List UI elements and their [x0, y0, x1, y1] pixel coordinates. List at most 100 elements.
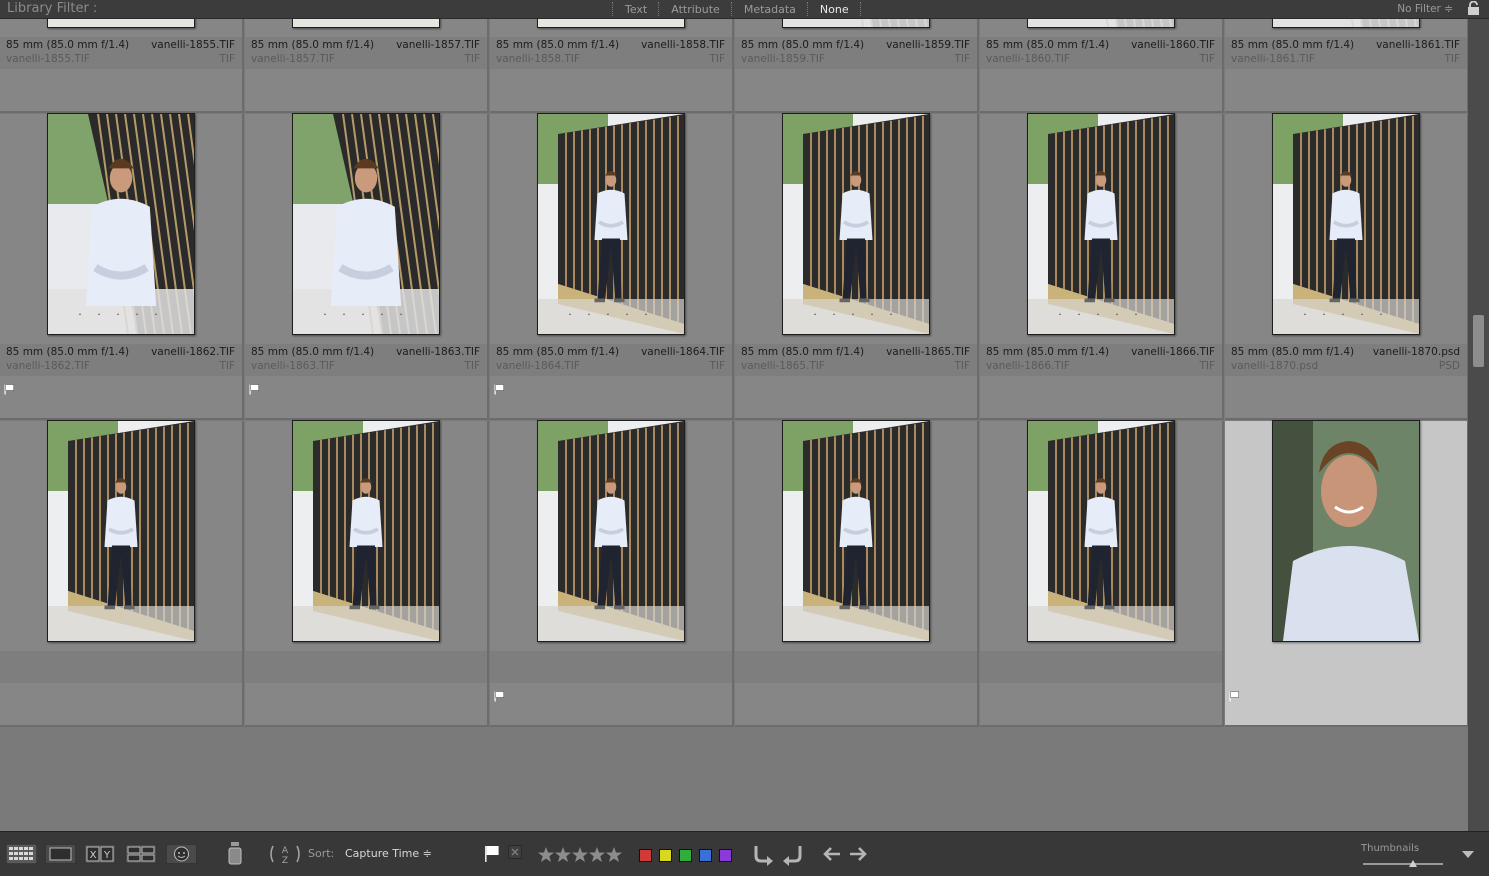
grid-cell[interactable]: · · · · · 85 mm (85.0 mm f/1.4) vanelli-18…	[0, 19, 244, 113]
grid-cell[interactable]: · · · · · 85 mm (85.0 mm f/1.4) vanelli-18…	[980, 113, 1224, 420]
pick-flag-icon[interactable]	[494, 384, 504, 395]
grid-cell[interactable]	[980, 420, 1224, 727]
grid-cell[interactable]: · · · · · 85 mm (85.0 mm f/1.4) vanelli-18…	[245, 113, 489, 420]
toolbar-menu-icon[interactable]	[1461, 850, 1475, 860]
grid-cell[interactable]	[1225, 420, 1468, 727]
photo-thumbnail[interactable]	[537, 113, 685, 335]
flag-reject-icon[interactable]	[508, 845, 522, 859]
cell-metadata: 85 mm (85.0 mm f/1.4) vanelli-1863.TIF van…	[245, 344, 487, 376]
loupe-view-icon[interactable]	[45, 844, 76, 864]
rating-stars[interactable]: · · · · ·	[735, 19, 977, 21]
rating-stars[interactable]: · · · · ·	[735, 308, 977, 328]
file-name-secondary: vanelli-1858.TIF	[496, 53, 580, 65]
file-type: TIF	[709, 53, 725, 65]
rating-stars[interactable]: · · · · ·	[490, 308, 732, 328]
grid-cell[interactable]: · · · · · 85 mm (85.0 mm f/1.4) vanelli-18…	[0, 113, 244, 420]
grid-cell[interactable]	[245, 420, 489, 727]
rating-stars[interactable]: · · · · ·	[0, 19, 242, 21]
rotate-right-icon[interactable]	[781, 842, 805, 866]
grid-cell[interactable]	[490, 420, 734, 727]
grid-cell[interactable]: · · · · · 85 mm (85.0 mm f/1.4) vanelli-18…	[735, 113, 979, 420]
sort-direction-icon[interactable]: A Z	[268, 842, 302, 866]
survey-view-icon[interactable]	[125, 844, 157, 864]
star-rating-icon[interactable]	[538, 846, 624, 864]
tab-none[interactable]: None	[809, 0, 860, 18]
cell-metadata: 85 mm (85.0 mm f/1.4) vanelli-1866.TIF van…	[980, 344, 1222, 376]
file-name: vanelli-1862.TIF	[151, 346, 235, 358]
rating-stars[interactable]	[735, 615, 977, 635]
grid-cell[interactable]: · · · · · 85 mm (85.0 mm f/1.4) vanelli-18…	[245, 19, 489, 113]
next-icon[interactable]	[848, 846, 868, 862]
grid-cell[interactable]: · · · · · 85 mm (85.0 mm f/1.4) vanelli-18…	[490, 19, 734, 113]
painter-icon[interactable]	[227, 842, 243, 866]
tab-text[interactable]: Text	[614, 0, 658, 18]
rating-stars[interactable]	[1225, 615, 1467, 635]
grid-cell[interactable]: · · · · · 85 mm (85.0 mm f/1.4) vanelli-18…	[980, 19, 1224, 113]
pick-flag-icon[interactable]	[494, 691, 504, 702]
photo-thumbnail[interactable]	[782, 113, 930, 335]
filter-preset-dropdown[interactable]: No Filter ≑	[1397, 3, 1453, 15]
color-label-green[interactable]	[679, 849, 692, 862]
compare-view-icon[interactable]: X Y	[84, 844, 116, 864]
rating-stars[interactable]: · · · · ·	[980, 308, 1222, 328]
lens-info: 85 mm (85.0 mm f/1.4)	[741, 39, 865, 51]
rating-stars[interactable]: · · · · ·	[0, 308, 242, 328]
rotate-left-icon[interactable]	[751, 842, 775, 866]
rating-stars[interactable]	[490, 615, 732, 635]
photo-thumbnail[interactable]	[782, 420, 930, 642]
grid-cell[interactable]: · · · · · 85 mm (85.0 mm f/1.4) vanelli-18…	[735, 19, 979, 113]
rating-stars[interactable]: · · · · ·	[490, 19, 732, 21]
pick-flag-icon[interactable]	[249, 384, 259, 395]
photo-thumbnail[interactable]	[1272, 113, 1420, 335]
color-label-red[interactable]	[639, 849, 652, 862]
color-label-yellow[interactable]	[659, 849, 672, 862]
lens-info: 85 mm (85.0 mm f/1.4)	[741, 346, 865, 358]
rating-stars[interactable]: · · · · ·	[245, 19, 487, 21]
pick-flag-icon[interactable]	[4, 384, 14, 395]
color-label-blue[interactable]	[699, 849, 712, 862]
photo-thumbnail[interactable]	[1027, 113, 1175, 335]
photo-thumbnail[interactable]	[537, 420, 685, 642]
flag-pick-icon[interactable]	[484, 845, 500, 863]
thumbnails-label: Thumbnails	[1361, 843, 1420, 854]
grid-cell[interactable]: · · · · · 85 mm (85.0 mm f/1.4) vanelli-18…	[1225, 113, 1468, 420]
scrollbar-thumb[interactable]	[1473, 315, 1484, 367]
cell-metadata: 85 mm (85.0 mm f/1.4) vanelli-1859.TIF van…	[735, 37, 977, 69]
tab-attribute[interactable]: Attribute	[660, 0, 731, 18]
photo-thumbnail[interactable]	[292, 113, 440, 335]
previous-icon[interactable]	[822, 846, 842, 862]
grid-cell[interactable]: · · · · · 85 mm (85.0 mm f/1.4) vanelli-18…	[490, 113, 734, 420]
grid-cell[interactable]	[735, 420, 979, 727]
lens-info: 85 mm (85.0 mm f/1.4)	[1231, 39, 1355, 51]
thumbnail-size-slider[interactable]	[1363, 860, 1443, 867]
rating-stars[interactable]: · · · · ·	[980, 19, 1222, 21]
photo-thumbnail[interactable]	[1272, 420, 1420, 642]
grid-view-icon[interactable]	[6, 844, 37, 864]
rating-stars[interactable]	[0, 615, 242, 635]
photo-thumbnail[interactable]	[47, 113, 195, 335]
pick-flag-icon[interactable]	[1229, 691, 1239, 702]
sort-dropdown[interactable]: Capture Time ≑	[345, 847, 432, 860]
rating-stars[interactable]	[980, 615, 1222, 635]
file-name-secondary: vanelli-1860.TIF	[986, 53, 1070, 65]
file-type: TIF	[954, 53, 970, 65]
photo-thumbnail[interactable]	[292, 420, 440, 642]
grid-scrollbar[interactable]	[1468, 19, 1489, 831]
rating-stars[interactable]: · · · · ·	[1225, 308, 1467, 328]
color-label-purple[interactable]	[719, 849, 732, 862]
file-name: vanelli-1865.TIF	[886, 346, 970, 358]
rating-stars[interactable]: · · · · ·	[245, 308, 487, 328]
slider-knob[interactable]	[1408, 860, 1417, 867]
lock-icon[interactable]	[1467, 1, 1480, 16]
people-view-icon[interactable]	[166, 844, 197, 864]
rating-stars[interactable]	[245, 615, 487, 635]
photo-thumbnail[interactable]	[47, 420, 195, 642]
lens-info: 85 mm (85.0 mm f/1.4)	[6, 39, 130, 51]
rating-stars[interactable]: · · · · ·	[1225, 19, 1467, 21]
photo-thumbnail[interactable]	[1027, 420, 1175, 642]
grid-cell[interactable]: · · · · · 85 mm (85.0 mm f/1.4) vanelli-18…	[1225, 19, 1468, 113]
tab-metadata[interactable]: Metadata	[733, 0, 807, 18]
grid-cell[interactable]	[0, 420, 244, 727]
cell-metadata: 85 mm (85.0 mm f/1.4) vanelli-1855.TIF van…	[0, 37, 242, 69]
cell-metadata: 85 mm (85.0 mm f/1.4) vanelli-1864.TIF van…	[490, 344, 732, 376]
